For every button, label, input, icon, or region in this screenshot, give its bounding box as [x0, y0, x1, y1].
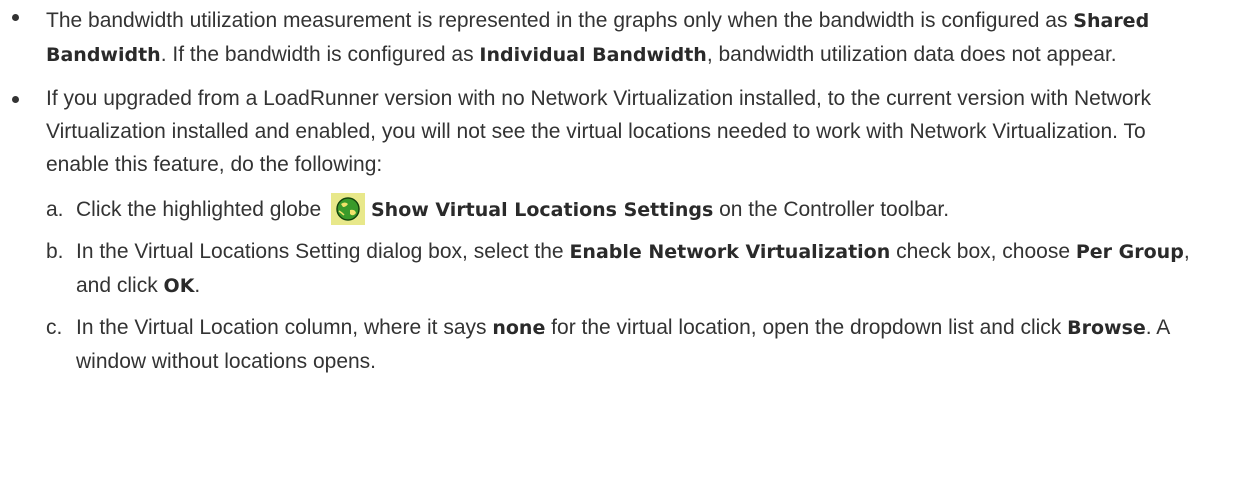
step-marker: c. [46, 316, 63, 339]
steps-list: a. Click the highlighted globe Show Virt… [46, 193, 1206, 378]
document-body: The bandwidth utilization measurement is… [0, 0, 1260, 480]
step-b: b. In the Virtual Locations Setting dial… [46, 235, 1216, 303]
step-c: c. In the Virtual Location column, where… [46, 311, 1216, 378]
globe-icon [331, 193, 365, 225]
step-text: In the Virtual Locations Setting dialog … [76, 240, 1190, 297]
keyword-browse: Browse [1067, 317, 1146, 339]
bullet-list: The bandwidth utilization measurement is… [0, 0, 1260, 378]
bullet-text: The bandwidth utilization measurement is… [46, 9, 1150, 66]
step-marker: b. [46, 240, 64, 263]
keyword-show-virtual-locations: Show Virtual Locations Settings [371, 199, 714, 221]
keyword-ok: OK [163, 275, 195, 297]
step-text: Click the highlighted globe Show Virtual… [76, 193, 949, 225]
bullet-text: If you upgraded from a LoadRunner versio… [46, 87, 1152, 176]
keyword-individual-bandwidth: Individual Bandwidth [479, 44, 707, 66]
keyword-none: none [492, 317, 546, 339]
keyword-enable-network-virtualization: Enable Network Virtualization [569, 241, 891, 263]
bullet-dot [12, 96, 19, 103]
step-marker: a. [46, 198, 64, 221]
step-text: In the Virtual Location column, where it… [76, 316, 1170, 373]
bullet-item-bandwidth: The bandwidth utilization measurement is… [0, 0, 1206, 72]
keyword-per-group: Per Group [1075, 241, 1184, 263]
step-a: a. Click the highlighted globe Show Virt… [46, 193, 1216, 227]
bullet-item-upgrade: If you upgraded from a LoadRunner versio… [0, 82, 1206, 378]
bullet-dot [12, 14, 19, 21]
